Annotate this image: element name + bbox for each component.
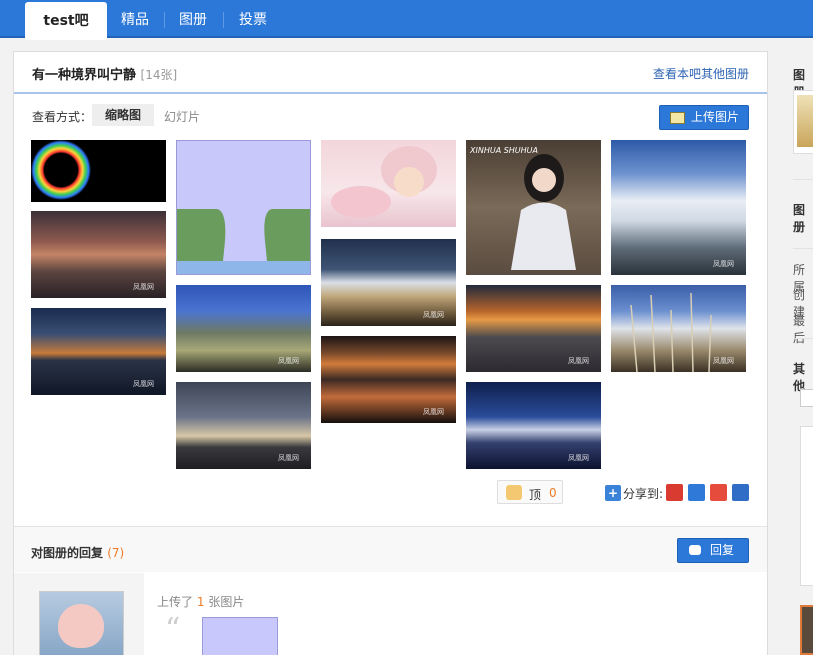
reply-button[interactable]: 回复: [677, 538, 749, 563]
share-label: 分享到:: [623, 487, 664, 501]
sidebar-thumbnail[interactable]: [800, 605, 813, 655]
photo-snow-mountain[interactable]: 凤凰网: [611, 140, 746, 275]
album-photo-count: [14张]: [140, 68, 178, 82]
image-icon: [670, 112, 685, 124]
share-renren-icon[interactable]: [732, 484, 749, 501]
album-title-text: 有一种境界叫宁静: [32, 68, 137, 83]
share-weibo-icon[interactable]: [710, 484, 727, 501]
sidebar-frame: [800, 426, 813, 586]
photo-sunset-lake[interactable]: 凤凰网: [31, 308, 166, 395]
reply-title-text: 对图册的回复: [31, 546, 104, 560]
photo-eclipse[interactable]: [31, 140, 166, 202]
share-tieba-icon[interactable]: [666, 484, 683, 501]
share-qzone-icon[interactable]: [688, 484, 705, 501]
reply-image[interactable]: [202, 617, 278, 655]
avatar[interactable]: [39, 591, 124, 655]
tab-albums[interactable]: 图册: [179, 0, 207, 38]
placeholder-image: [177, 209, 310, 274]
photo-placeholder[interactable]: [176, 140, 311, 275]
speech-bubble-icon: [689, 545, 701, 555]
other-albums-link[interactable]: 查看本吧其他图册: [653, 65, 749, 82]
photo-blue-mountain[interactable]: 凤凰网: [176, 285, 311, 372]
watermark: 凤凰网: [713, 357, 734, 365]
album-panel: 有一种境界叫宁静 [14张] 查看本吧其他图册 查看方式： 缩略图 幻灯片 上传…: [13, 51, 768, 655]
like-button[interactable]: 顶 0: [497, 480, 563, 504]
reply-prefix: 上传了: [157, 595, 194, 609]
reply-user-column: [14, 573, 144, 655]
photo-night-plain[interactable]: 凤凰网: [321, 239, 456, 326]
girl-pink-image: [331, 146, 437, 218]
watermark: 凤凰网: [278, 357, 299, 365]
view-slideshow-button[interactable]: 幻灯片: [164, 108, 200, 125]
tab-featured[interactable]: 精品: [121, 0, 149, 38]
top-nav: test吧 精品 图册 投票: [0, 0, 813, 40]
photo-label: XINHUA SHUHUA: [469, 146, 538, 155]
photo-prayer-flags[interactable]: 凤凰网: [611, 285, 746, 372]
watermark: 凤凰网: [713, 260, 734, 268]
watermark: 凤凰网: [423, 408, 444, 416]
quote-icon: “: [165, 612, 181, 647]
girl-chair-image: XINHUA SHUHUA: [469, 146, 576, 270]
reply-title: 对图册的回复 (7): [31, 544, 124, 561]
reply-header: 对图册的回复 (7) 回复: [14, 526, 767, 572]
share-plus-icon[interactable]: +: [605, 485, 621, 501]
photo-orange-clouds[interactable]: 凤凰网: [466, 285, 601, 372]
like-label: 顶: [529, 488, 542, 502]
photo-red-lake[interactable]: 凤凰网: [321, 336, 456, 423]
watermark: 凤凰网: [133, 380, 154, 388]
sidebar-info-row: 最后: [793, 314, 806, 345]
photo-night-mountain[interactable]: 凤凰网: [466, 382, 601, 469]
nav-divider: [164, 12, 165, 28]
view-thumbnail-button[interactable]: 缩略图: [92, 104, 154, 126]
album-cover-image: [797, 95, 813, 147]
album-title: 有一种境界叫宁静 [14张]: [32, 64, 177, 83]
album-header: 有一种境界叫宁静 [14张] 查看本吧其他图册: [14, 52, 767, 94]
reply-content: 上传了 1 张图片: [157, 593, 244, 610]
tab-vote[interactable]: 投票: [239, 0, 267, 38]
upload-photo-label: 上传图片: [690, 110, 739, 124]
watermark: 凤凰网: [568, 454, 589, 462]
photo-dusk-clouds[interactable]: 凤凰网: [31, 211, 166, 298]
thumbs-up-icon: [506, 485, 522, 500]
sidebar-divider: [793, 179, 813, 180]
view-mode-label: 查看方式：: [32, 110, 93, 124]
upload-photo-button[interactable]: 上传图片: [659, 105, 749, 130]
reply-button-label: 回复: [710, 543, 735, 557]
eclipse-image: [31, 140, 91, 200]
watermark: 凤凰网: [278, 454, 299, 462]
sidebar-input[interactable]: [800, 389, 813, 407]
like-count: 0: [549, 486, 557, 500]
pig-avatar-image: [58, 604, 104, 648]
photo-girl-chair[interactable]: XINHUA SHUHUA: [466, 140, 601, 275]
photo-girl-pink[interactable]: [321, 140, 456, 227]
reply-count: (7): [107, 546, 125, 560]
reply-upload-count: 1: [196, 595, 205, 609]
watermark: 凤凰网: [423, 311, 444, 319]
tab-active-forum[interactable]: test吧: [25, 2, 107, 40]
watermark: 凤凰网: [133, 283, 154, 291]
watermark: 凤凰网: [568, 357, 589, 365]
reply-suffix: 张图片: [208, 595, 245, 609]
sidebar-divider: [793, 338, 813, 339]
nav-divider: [223, 12, 224, 28]
photo-storm-clouds[interactable]: 凤凰网: [176, 382, 311, 469]
sidebar-heading: 图册: [793, 203, 806, 234]
sidebar-album-cover[interactable]: [793, 90, 813, 154]
sidebar-divider: [793, 248, 813, 249]
